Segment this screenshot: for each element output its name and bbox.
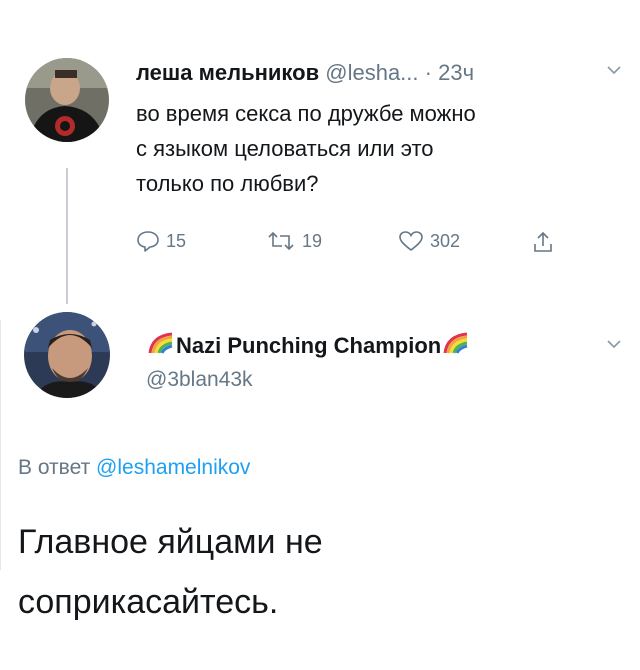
tweet-text-line: во время секса по дружбе можно <box>136 101 476 126</box>
thread-connector-line <box>66 168 68 304</box>
reply-text: Главное яйцами не соприкасайтесь. <box>18 512 323 632</box>
reply-button[interactable]: 15 <box>136 230 186 252</box>
author-handle[interactable]: @lesha... <box>325 60 418 85</box>
like-count: 302 <box>430 230 461 251</box>
retweet-icon <box>266 230 296 252</box>
reply-author-name-row[interactable]: Nazi Punching Champion <box>146 332 471 360</box>
author-avatar[interactable] <box>25 58 109 142</box>
reply-count: 15 <box>166 230 187 251</box>
chevron-down-icon[interactable] <box>606 60 622 81</box>
tweet-text: во время секса по дружбе можно с языком … <box>136 96 626 201</box>
retweet-count: 19 <box>302 230 323 251</box>
heart-icon <box>398 230 424 252</box>
tweet-text-line: только по любви? <box>136 171 319 196</box>
tweet-header: леша мельников @lesha... · 23ч <box>136 60 626 86</box>
retweet-button[interactable]: 19 <box>266 230 322 252</box>
tweet-actions: 15 19 302 <box>136 230 606 260</box>
tweet-time[interactable]: 23ч <box>438 60 474 85</box>
reply-text-line: соприкасайтесь. <box>18 583 279 621</box>
header-separator: · <box>424 60 432 85</box>
reply-context: В ответ @leshamelnikov <box>18 456 250 480</box>
reply-icon <box>136 230 160 252</box>
chevron-down-icon[interactable] <box>606 334 622 355</box>
rainbow-emoji-icon <box>443 332 469 360</box>
reply-mention-link[interactable]: @leshamelnikov <box>96 456 250 479</box>
reply-author-handle[interactable]: @3blan43k <box>146 368 253 392</box>
rainbow-emoji-icon <box>148 332 174 360</box>
reply-author-avatar[interactable] <box>24 312 110 398</box>
share-icon <box>532 230 554 254</box>
share-button[interactable] <box>532 230 554 254</box>
reply-prefix: В ответ <box>18 456 91 479</box>
author-name[interactable]: леша мельников <box>136 60 319 85</box>
reply-author-name[interactable]: Nazi Punching Champion <box>176 333 441 359</box>
like-button[interactable]: 302 <box>398 230 460 252</box>
tweet-text-line: с языком целоваться или это <box>136 136 434 161</box>
reply-text-line: Главное яйцами не <box>18 523 323 561</box>
card-edge-divider <box>0 320 9 570</box>
